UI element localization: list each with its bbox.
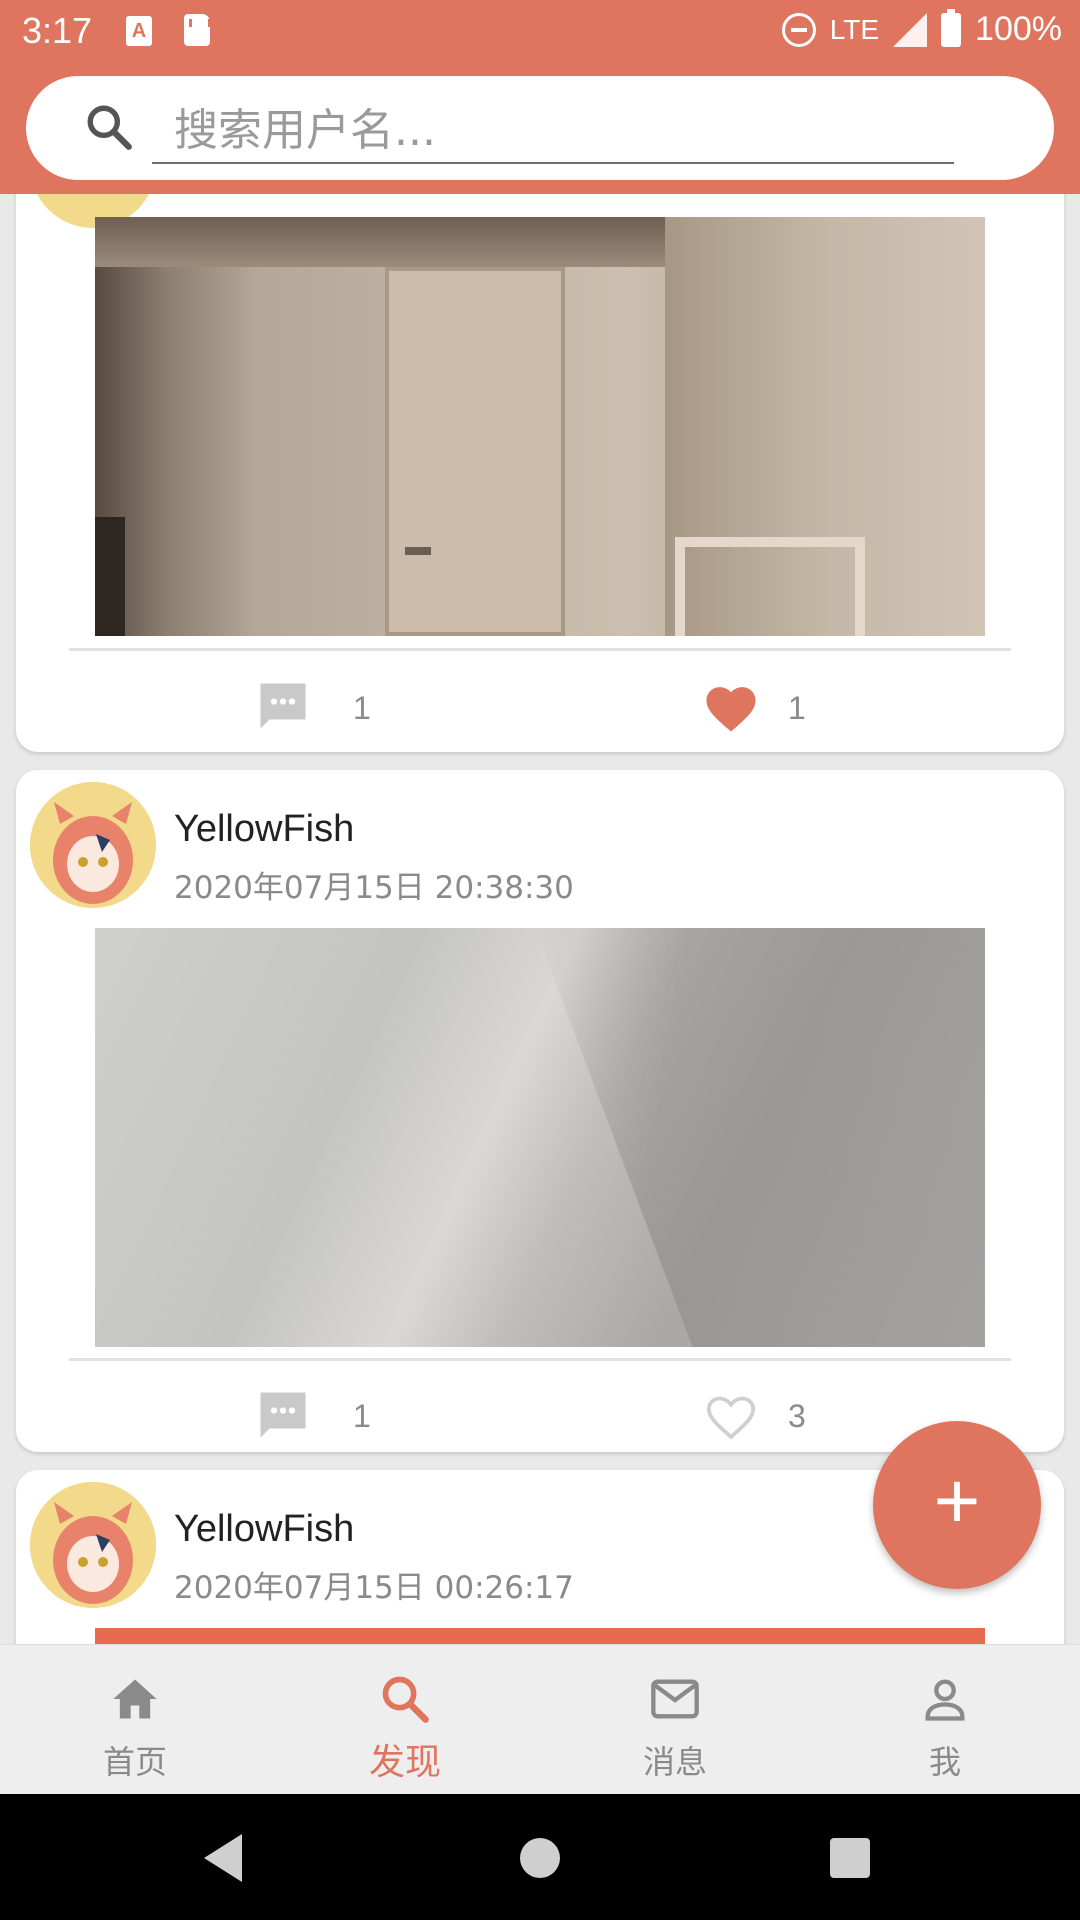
post-photo[interactable] — [95, 1628, 985, 1644]
post-card[interactable]: 1 1 — [16, 194, 1064, 752]
keyboard-notification-icon: A — [126, 16, 152, 46]
divider — [69, 648, 1011, 651]
back-icon[interactable] — [204, 1834, 242, 1882]
post-timestamp: 2020年07月15日 20:38:30 — [174, 870, 574, 906]
heart-outline-icon[interactable] — [703, 1390, 759, 1442]
post-username[interactable]: YellowFish — [174, 1508, 354, 1551]
avatar-image — [30, 1482, 156, 1608]
comment-count: 1 — [353, 690, 371, 726]
mail-icon — [651, 1679, 699, 1719]
post-photo[interactable] — [95, 928, 985, 1347]
nav-item-home[interactable]: 首页 — [0, 1645, 270, 1795]
battery-percent: 100% — [975, 10, 1062, 48]
add-post-button[interactable]: + — [873, 1421, 1041, 1589]
divider — [69, 1358, 1011, 1361]
comment-icon[interactable] — [256, 679, 310, 733]
bottom-navigation: 首页 发现 消息 我 — [0, 1644, 1080, 1794]
search-icon — [87, 105, 132, 150]
search-icon — [382, 1676, 429, 1723]
nav-label: 我 — [928, 1743, 961, 1781]
post-timestamp: 2020年07月15日 00:26:17 — [174, 1570, 574, 1606]
nav-item-profile[interactable]: 我 — [810, 1645, 1080, 1795]
comment-count: 1 — [353, 1398, 371, 1434]
status-bar: 3:17 A LTE 100% — [0, 0, 1080, 64]
nav-label: 发现 — [368, 1742, 441, 1783]
heart-filled-icon[interactable] — [703, 681, 759, 733]
avatar[interactable] — [30, 1482, 156, 1608]
sd-card-icon — [184, 14, 211, 46]
status-time: 3:17 — [22, 10, 93, 51]
comment-icon[interactable] — [256, 1388, 310, 1442]
nav-label: 首页 — [102, 1743, 167, 1781]
like-count: 1 — [788, 690, 806, 726]
like-count: 3 — [788, 1398, 806, 1434]
status-indicators: LTE 100% — [781, 8, 1062, 49]
home-button-icon[interactable] — [520, 1838, 560, 1878]
search-input[interactable] — [152, 98, 954, 164]
nav-item-discover[interactable]: 发现 — [270, 1645, 540, 1795]
recents-icon[interactable] — [830, 1838, 870, 1878]
post-username[interactable]: YellowFish — [174, 808, 354, 851]
person-icon — [925, 1679, 965, 1721]
home-icon — [113, 1679, 157, 1719]
nav-label: 消息 — [642, 1743, 707, 1781]
battery-icon — [941, 8, 962, 47]
do-not-disturb-icon — [781, 12, 816, 47]
network-type: LTE — [829, 13, 880, 45]
signal-icon — [893, 12, 928, 47]
post-card[interactable]: YellowFish 2020年07月15日 20:38:30 1 3 — [16, 770, 1064, 1452]
nav-item-messages[interactable]: 消息 — [540, 1645, 810, 1795]
post-feed[interactable]: 1 1 YellowFish 2020年07月15日 20:38:30 1 3 … — [0, 194, 1080, 1644]
avatar[interactable] — [30, 782, 156, 908]
post-photo[interactable] — [95, 217, 985, 636]
avatar-image — [30, 782, 156, 908]
